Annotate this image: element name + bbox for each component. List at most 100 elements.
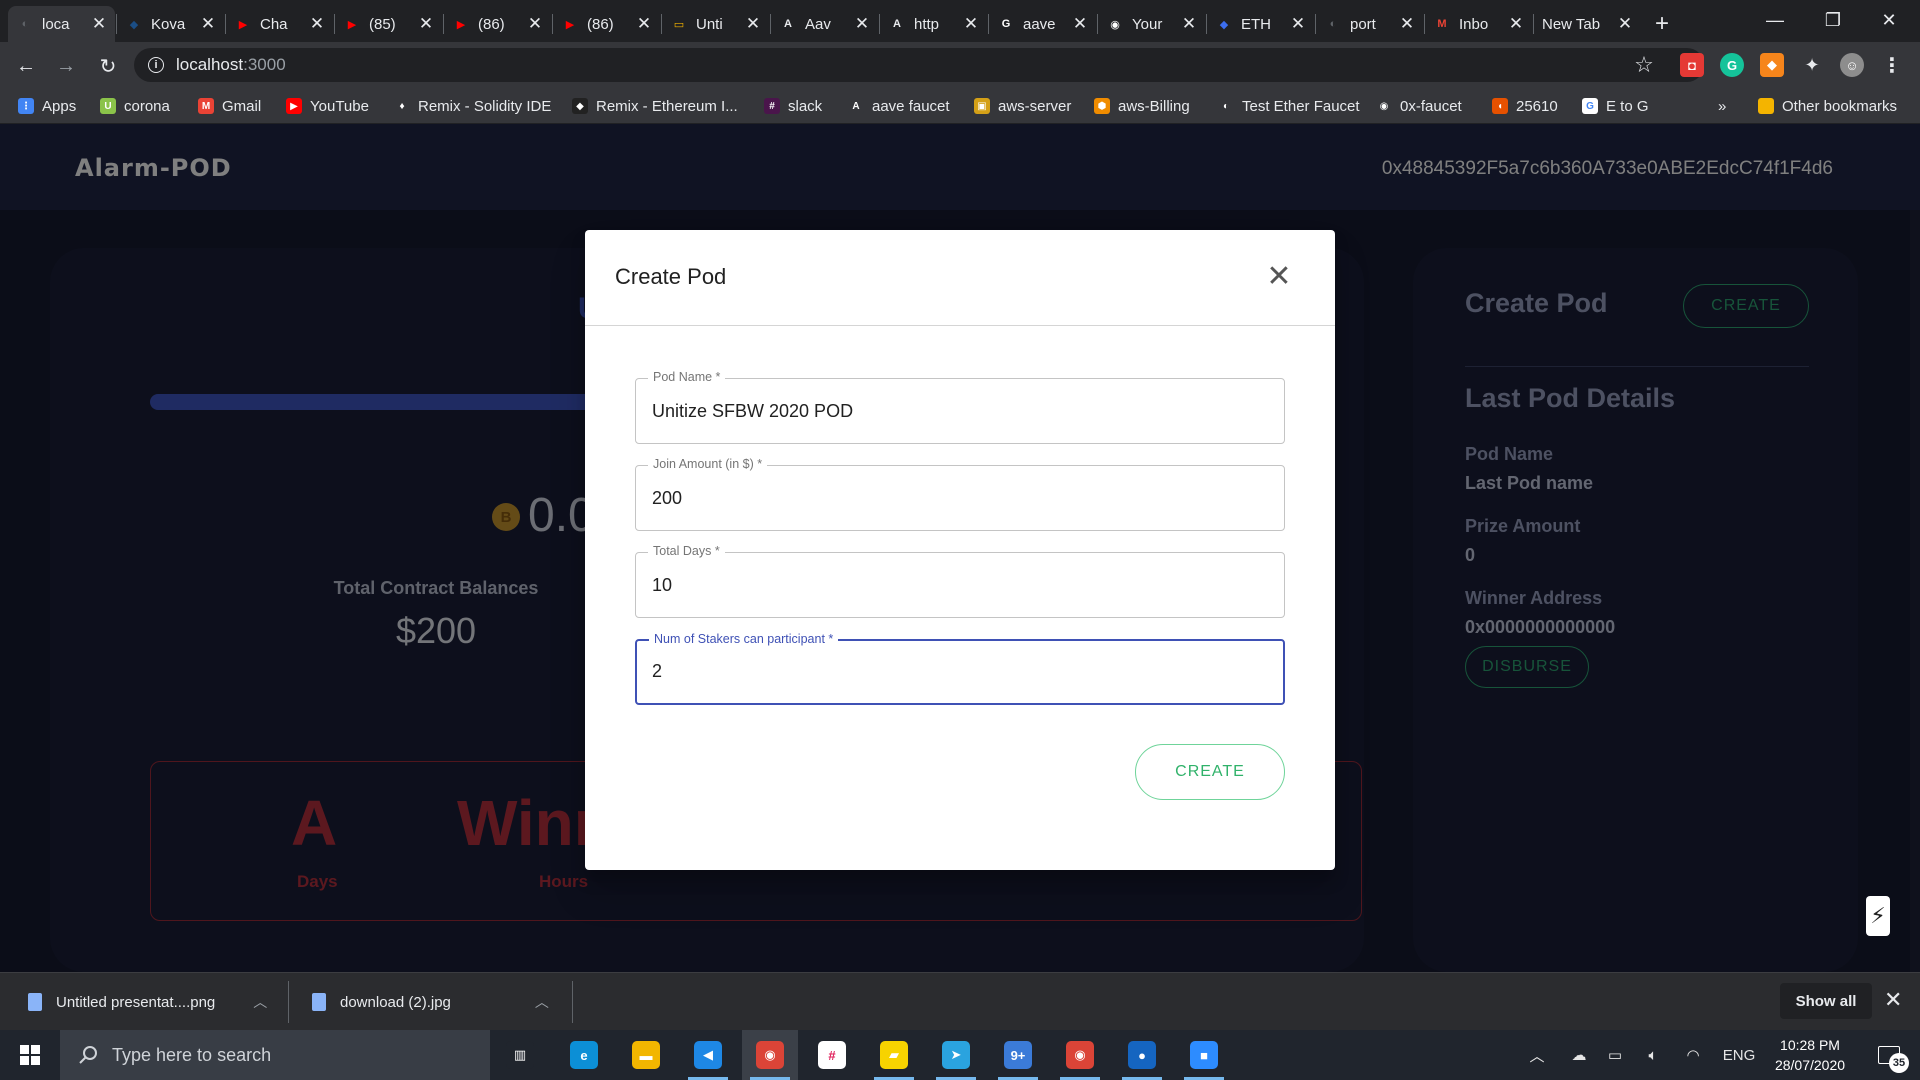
taskbar-app-edge[interactable]: e — [556, 1030, 612, 1080]
bookmark-item[interactable]: ♦ Remix - Solidity IDE — [394, 96, 551, 116]
tab-close-icon[interactable]: ✕ — [963, 14, 979, 34]
address-bar[interactable]: i localhost:3000 — [134, 48, 1704, 82]
browser-tab[interactable]: A Aav ✕ — [771, 6, 878, 42]
browser-tab[interactable]: ◐ loca ✕ — [8, 6, 115, 42]
extensions-puzzle-icon[interactable]: ✦ — [1800, 53, 1824, 77]
tab-close-icon[interactable]: ✕ — [636, 14, 652, 34]
metamask-extension-icon[interactable]: ◆ — [1760, 53, 1784, 77]
tab-close-icon[interactable]: ✕ — [1617, 14, 1633, 34]
cloud-sync-icon[interactable]: ☁ — [1564, 1030, 1594, 1080]
bookmark-item[interactable]: Ucorona — [100, 96, 170, 116]
browser-tab[interactable]: Ahttp ✕ — [880, 6, 987, 42]
taskbar-app-chrome[interactable]: ◉ — [742, 1030, 798, 1080]
taskbar-app-file-explorer[interactable]: ▬ — [618, 1030, 674, 1080]
browser-tab[interactable]: ▶ (86) ✕ — [444, 6, 551, 42]
volume-icon[interactable]: 🔈︎ — [1638, 1030, 1668, 1080]
pod-name-field[interactable]: Pod Name * — [635, 370, 1285, 444]
chevron-up-icon[interactable]: ︿ — [253, 992, 267, 1012]
download-item[interactable]: Untitled presentat....png ︿ — [28, 973, 267, 1031]
browser-tab[interactable]: ◉ Your ✕ — [1098, 6, 1205, 42]
num-stakers-field[interactable]: Num of Stakers can participant * — [635, 632, 1285, 705]
wifi-icon[interactable]: ◠ — [1678, 1030, 1708, 1080]
tab-close-icon[interactable]: ✕ — [1072, 14, 1088, 34]
join-amount-input[interactable] — [652, 466, 1272, 530]
browser-tab[interactable]: Gaave ✕ — [989, 6, 1096, 42]
taskbar-search-box[interactable]: Type here to search — [60, 1030, 490, 1080]
tab-close-icon[interactable]: ✕ — [200, 14, 216, 34]
profile-avatar[interactable]: ☺ — [1840, 53, 1864, 77]
tab-close-icon[interactable]: ✕ — [309, 14, 325, 34]
total-days-field[interactable]: Total Days * — [635, 544, 1285, 618]
total-days-input[interactable] — [652, 553, 1272, 617]
bookmark-item[interactable]: ◉ 0x-faucet — [1376, 96, 1462, 116]
close-icon[interactable]: ✕ — [1261, 258, 1297, 294]
bookmark-item[interactable]: ▣ aws-server — [974, 96, 1071, 116]
browser-tab[interactable]: New Tab ✕ — [1534, 6, 1641, 42]
minimize-icon[interactable]: — — [1752, 0, 1798, 40]
info-icon[interactable]: i — [148, 57, 164, 73]
back-arrow-icon[interactable]: ← — [12, 52, 40, 80]
chevron-up-icon[interactable]: ︿ — [535, 992, 549, 1012]
language-indicator[interactable]: ENG — [1718, 1030, 1760, 1080]
taskbar-app-vscode[interactable]: ◀ — [680, 1030, 736, 1080]
browser-tab[interactable]: ◐ port ✕ — [1316, 6, 1423, 42]
maximize-icon[interactable]: ❐ — [1810, 0, 1856, 40]
bookmark-item[interactable]: # slack — [764, 96, 822, 116]
taskbar-app-telegram[interactable]: ➤ — [928, 1030, 984, 1080]
taskbar-app-photos[interactable]: 9+ — [990, 1030, 1046, 1080]
download-item[interactable]: download (2).jpg ︿ — [312, 973, 549, 1031]
browser-tab[interactable]: ▭ Unti ✕ — [662, 6, 769, 42]
tab-close-icon[interactable]: ✕ — [91, 14, 107, 34]
num-stakers-input[interactable] — [652, 641, 1272, 702]
bookmark-item[interactable]: ⬢ aws-Billing — [1094, 96, 1190, 116]
taskbar-app-zoom[interactable]: ■ — [1176, 1030, 1232, 1080]
grammarly-extension-icon[interactable]: G — [1720, 53, 1744, 77]
tab-close-icon[interactable]: ✕ — [1399, 14, 1415, 34]
system-clock[interactable]: 10:28 PM 28/07/2020 — [1760, 1035, 1860, 1075]
taskbar-app-maps[interactable]: ● — [1114, 1030, 1170, 1080]
dialog-create-button[interactable]: CREATE — [1135, 744, 1285, 800]
tab-close-icon[interactable]: ✕ — [418, 14, 434, 34]
bookmark-star-icon[interactable]: ☆ — [1630, 51, 1658, 79]
reload-icon[interactable]: ↻ — [94, 52, 122, 80]
browser-tab[interactable]: ▶ Cha ✕ — [226, 6, 333, 42]
taskbar-app-slack[interactable]: # — [804, 1030, 860, 1080]
battery-icon[interactable]: ▭ — [1600, 1030, 1630, 1080]
bookmark-item[interactable]: ◆ Remix - Ethereum I... — [572, 96, 738, 116]
lightning-bolt-icon[interactable]: ⚡ — [1866, 896, 1890, 936]
browser-tab[interactable]: ▶ (86) ✕ — [553, 6, 660, 42]
close-downloads-icon[interactable]: ✕ — [1884, 987, 1902, 1013]
windows-start-icon[interactable] — [0, 1030, 60, 1080]
notification-center-icon[interactable]: 35 — [1864, 1030, 1914, 1080]
other-bookmarks-folder[interactable]: Other bookmarks — [1758, 96, 1897, 116]
browser-tab[interactable]: ◆ Kova ✕ — [117, 6, 224, 42]
bookmark-item[interactable]: G E to G — [1582, 96, 1649, 116]
join-amount-field[interactable]: Join Amount (in $) * — [635, 457, 1285, 531]
more-bookmarks-chevron-icon[interactable]: » — [1718, 96, 1726, 116]
tab-close-icon[interactable]: ✕ — [1181, 14, 1197, 34]
tab-close-icon[interactable]: ✕ — [745, 14, 761, 34]
bookmark-item[interactable]: Aaave faucet — [848, 96, 950, 116]
taskbar-app-chrome-2[interactable]: ◉ — [1052, 1030, 1108, 1080]
bookmark-item[interactable]: ◐ Test Ether Faucet — [1218, 96, 1360, 116]
bookmark-item[interactable]: M Gmail — [198, 96, 261, 116]
pod-name-input[interactable] — [652, 379, 1272, 443]
tab-close-icon[interactable]: ✕ — [527, 14, 543, 34]
pocket-extension-icon[interactable]: ◘ — [1680, 53, 1704, 77]
browser-menu-icon[interactable]: ⋮ — [1880, 53, 1904, 77]
bookmark-item[interactable]: ◖ 25610 — [1492, 96, 1558, 116]
bookmark-item[interactable]: ▶ YouTube — [286, 96, 369, 116]
browser-tab[interactable]: M Inbo ✕ — [1425, 6, 1532, 42]
browser-tab[interactable]: ◆ ETH ✕ — [1207, 6, 1314, 42]
tab-close-icon[interactable]: ✕ — [1508, 14, 1524, 34]
taskbar-app-sticky-notes[interactable]: ▰ — [866, 1030, 922, 1080]
taskbar-app-task-view[interactable]: ▥ — [492, 1030, 548, 1080]
show-all-downloads-button[interactable]: Show all — [1780, 983, 1872, 1019]
tab-close-icon[interactable]: ✕ — [854, 14, 870, 34]
tab-close-icon[interactable]: ✕ — [1290, 14, 1306, 34]
close-window-icon[interactable]: ✕ — [1866, 0, 1912, 40]
new-tab-plus-icon[interactable]: + — [1647, 6, 1677, 42]
bookmark-item[interactable]: ⋮ Apps — [18, 96, 76, 116]
show-hidden-icons-icon[interactable]: ︿ — [1522, 1030, 1552, 1080]
browser-tab[interactable]: ▶ (85) ✕ — [335, 6, 442, 42]
